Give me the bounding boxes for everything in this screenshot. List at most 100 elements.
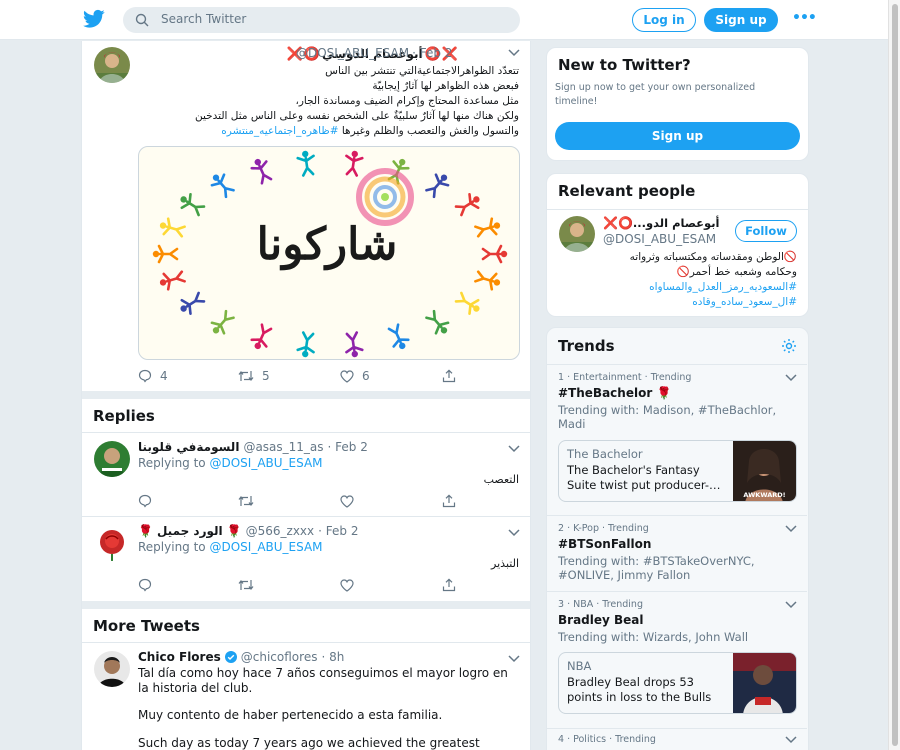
person-figure	[180, 193, 206, 217]
trends-title: Trends	[558, 337, 615, 355]
avatar[interactable]	[559, 216, 595, 252]
more-tweet-author-name[interactable]: Chico Flores	[138, 650, 221, 664]
heart-icon	[340, 369, 354, 383]
bio-line: وحكامه وشعبه خط أحمر🚫	[559, 265, 797, 280]
scrollbar-thumb[interactable]	[892, 4, 898, 746]
avatar[interactable]	[94, 441, 130, 477]
chevron-down-icon[interactable]	[508, 445, 520, 453]
share-icon[interactable]	[442, 494, 456, 508]
more-tweets-heading: More Tweets	[93, 617, 200, 635]
settings-gear-icon[interactable]	[781, 338, 797, 354]
more-tweet[interactable]: Chico Flores @chicoflores · 8h Tal día c…	[82, 642, 530, 750]
share-icon[interactable]	[442, 578, 456, 592]
signup-button[interactable]: Sign up	[704, 8, 778, 32]
new-to-twitter-title: New to Twitter?	[558, 56, 691, 74]
search-input[interactable]: Search Twitter	[123, 7, 520, 33]
person-figure	[210, 173, 235, 199]
more-tweet-line: Such day as today 7 years ago we achieve…	[138, 735, 480, 750]
relevant-people-title: Relevant people	[558, 182, 696, 200]
heart-icon[interactable]	[340, 495, 354, 508]
replying-to-label: Replying to	[138, 540, 206, 554]
replying-to-link[interactable]: @DOSI_ABU_ESAM	[209, 456, 322, 470]
login-button[interactable]: Log in	[632, 8, 696, 32]
trend-item[interactable]: 3 · NBA · Trending Bradley Beal Trending…	[547, 591, 807, 727]
chevron-down-icon[interactable]	[785, 601, 797, 609]
avatar[interactable]	[94, 651, 130, 687]
retweet-icon[interactable]	[238, 494, 254, 508]
chevron-down-icon[interactable]	[508, 655, 520, 663]
tweet-text-last: والتسول والغش والتعصب والظلم وغيرها	[341, 125, 519, 137]
retweet-icon[interactable]	[238, 578, 254, 592]
news-card[interactable]: The Bachelor The Bachelor's Fantasy Suit…	[558, 440, 797, 502]
reply-author-handle[interactable]: @566_zxxx	[246, 524, 315, 538]
chevron-down-icon[interactable]	[508, 49, 520, 57]
rose-man-icon: 🌹	[656, 386, 672, 400]
chevron-down-icon[interactable]	[785, 525, 797, 533]
thumbnail-label: AWKWARD!	[743, 491, 786, 499]
prohibited-icon: 🚫	[783, 251, 797, 263]
main-tweet[interactable]: ❌ ⭕ أبوعصام الدوسي ⭕ ❌ @DOSI_ABU_ESAM · …	[82, 41, 530, 391]
reply-count: 4	[160, 369, 168, 383]
chevron-down-icon[interactable]	[785, 736, 797, 744]
tweet-date[interactable]: · Feb 2	[412, 46, 452, 60]
signup-button[interactable]: Sign up	[555, 122, 800, 150]
bio-hashtag-link[interactable]: #ال_سعود_ساده_وقاده	[559, 295, 797, 310]
person-figure	[425, 309, 450, 335]
person-figure	[210, 309, 235, 335]
heart-icon[interactable]	[340, 579, 354, 592]
close-red-icon: ❌	[603, 216, 618, 230]
reply-date[interactable]: · Feb 2	[328, 440, 368, 454]
person-figure	[425, 173, 450, 199]
trend-with: Trending with: Madison, #TheBachlor, Mad…	[558, 403, 777, 431]
person-figure	[474, 270, 501, 291]
chevron-down-icon[interactable]	[508, 529, 520, 537]
follow-button[interactable]: Follow	[735, 220, 797, 242]
more-tweet-date[interactable]: · 8h	[321, 650, 344, 664]
avatar[interactable]	[94, 47, 130, 83]
reply-icon[interactable]	[138, 578, 152, 592]
avatar-image	[94, 441, 130, 477]
news-card[interactable]: NBA Bradley Beal drops 53 points in loss…	[558, 652, 797, 714]
person-figure	[152, 244, 179, 264]
relevant-person-name[interactable]: أبوعصام الدو...	[633, 216, 720, 230]
reply-author-handle[interactable]: @asas_11_as	[243, 440, 323, 454]
trend-item[interactable]: 4 · Politics · Trending	[547, 728, 807, 750]
reply-author-name[interactable]: السومةفي قلوبنا	[138, 440, 239, 454]
reply-icon[interactable]	[138, 494, 152, 508]
retweet-button[interactable]: 5	[238, 369, 270, 383]
trend-name: Bradley Beal	[558, 613, 644, 627]
reply-tweet[interactable]: 🌹 الورد جميل 🌹 @566_zxxx · Feb 2 Replyin…	[82, 516, 530, 600]
more-tweet-author-handle[interactable]: @chicoflores	[241, 650, 318, 664]
news-thumbnail	[733, 653, 796, 713]
avatar-image	[94, 651, 130, 687]
hashtag-link[interactable]: #ظاهره_اجتماعيه_منتشره	[221, 125, 338, 137]
relevant-person-handle[interactable]: @DOSI_ABU_ESAM	[603, 232, 716, 246]
reply-tweet[interactable]: السومةفي قلوبنا @asas_11_as · Feb 2 Repl…	[82, 432, 530, 516]
section-divider	[82, 601, 530, 609]
tweet-image[interactable]: شاركونا	[138, 146, 520, 360]
reply-text: التعصب	[483, 473, 519, 486]
reply-author-name[interactable]: الورد جميل	[157, 524, 223, 538]
person-figure	[345, 150, 364, 177]
twitter-bird-icon[interactable]	[83, 9, 105, 29]
replying-to-label: Replying to	[138, 456, 206, 470]
bio-hashtag-link[interactable]: #السعوديه_رمز_العدل_والمساواه	[559, 280, 797, 295]
trend-item[interactable]: 2 · K-Pop · Trending #BTSonFallon Trendi…	[547, 515, 807, 590]
like-button[interactable]: 6	[340, 369, 370, 383]
scrollbar[interactable]	[888, 0, 900, 750]
person-figure	[387, 323, 410, 350]
avatar[interactable]	[94, 525, 130, 561]
more-options-icon[interactable]: •••	[792, 10, 817, 26]
trend-meta: 1 · Entertainment · Trending	[558, 372, 692, 383]
search-placeholder: Search Twitter	[161, 12, 247, 26]
chevron-down-icon[interactable]	[785, 374, 797, 382]
person-figure	[454, 193, 480, 217]
tweet-author-handle[interactable]: @DOSI_ABU_ESAM	[296, 46, 409, 60]
person-figure	[454, 291, 480, 315]
trend-item[interactable]: 1 · Entertainment · Trending #TheBachelo…	[547, 364, 807, 514]
share-button[interactable]	[442, 369, 464, 383]
reply-text: التبذير	[491, 557, 519, 570]
reply-date[interactable]: · Feb 2	[318, 524, 358, 538]
replying-to-link[interactable]: @DOSI_ABU_ESAM	[209, 540, 322, 554]
reply-button[interactable]: 4	[138, 369, 168, 383]
